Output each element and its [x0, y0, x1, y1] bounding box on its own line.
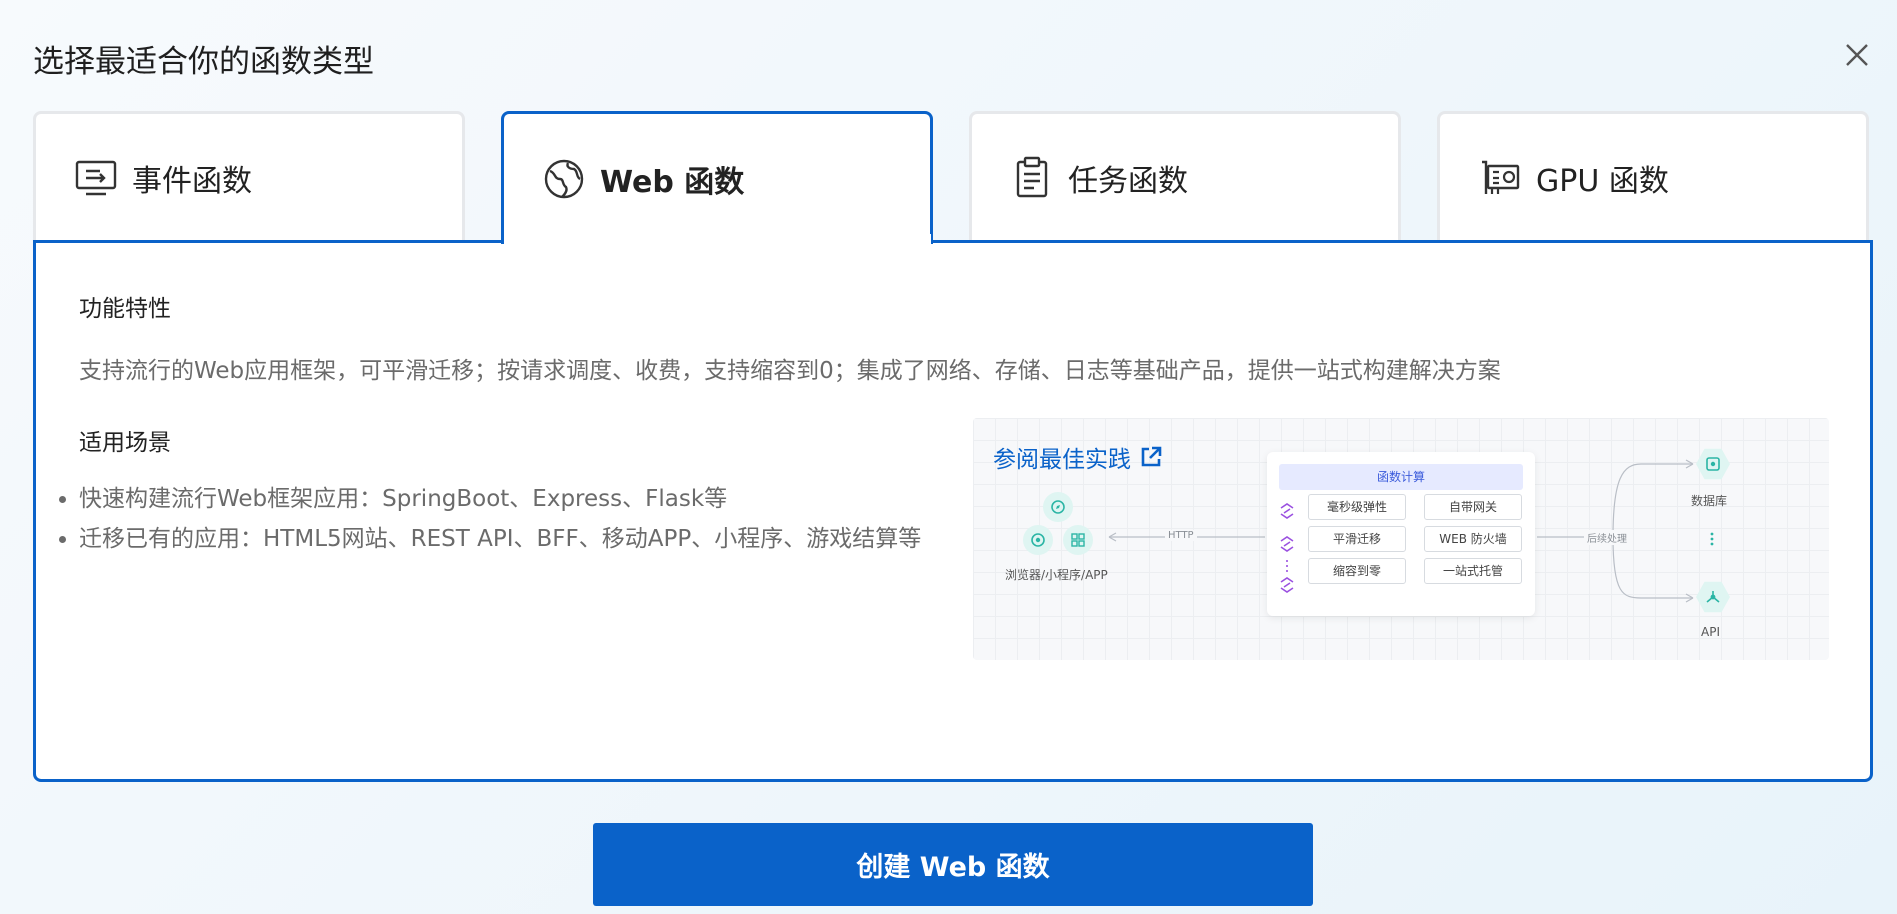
- api-label: API: [1701, 625, 1720, 639]
- tab-gpu-function[interactable]: GPU 函数: [1437, 111, 1869, 242]
- feature-chip: 缩容到零: [1308, 558, 1406, 584]
- tab-web-function[interactable]: Web 函数: [501, 111, 933, 244]
- web-globe-icon: [544, 159, 584, 199]
- active-tab-connector: [505, 234, 931, 246]
- dialog-title: 选择最适合你的函数类型: [33, 44, 374, 80]
- features-heading: 功能特性: [79, 296, 171, 322]
- architecture-diagram: 参阅最佳实践 浏览器/小程序/APP HTTP 函数计算 毫秒级弹性 自带网关 …: [973, 418, 1829, 660]
- client-label: 浏览器/小程序/APP: [1005, 568, 1108, 582]
- feature-chip: 毫秒级弹性: [1308, 494, 1406, 520]
- core-title: 函数计算: [1279, 464, 1523, 490]
- more-vertical-icon: [1710, 532, 1714, 546]
- browser-icon: [1023, 525, 1053, 555]
- tab-task-function[interactable]: 任务函数: [969, 111, 1401, 242]
- database-label: 数据库: [1691, 494, 1728, 508]
- tab-label: Web 函数: [600, 165, 745, 200]
- tab-label: 任务函数: [1068, 164, 1188, 199]
- tab-label: 事件函数: [132, 164, 252, 199]
- function-compute-box: 函数计算 毫秒级弹性 自带网关 平滑迁移 WEB 防火墙 缩容到零 一站式托管: [1267, 452, 1535, 616]
- app-grid-icon: [1063, 525, 1093, 555]
- compass-icon: [1043, 492, 1073, 522]
- feature-chip: 自带网关: [1424, 494, 1522, 520]
- http-label: HTTP: [1165, 530, 1197, 541]
- list-item: 迁移已有的应用：HTML5网站、REST API、BFF、移动APP、小程序、游…: [59, 519, 959, 559]
- link-icons: [1280, 503, 1294, 593]
- function-detail-panel: 功能特性 支持流行的Web应用框架，可平滑迁移；按请求调度、收费，支持缩容到0；…: [33, 240, 1873, 782]
- feature-chip: 平滑迁移: [1308, 526, 1406, 552]
- gpu-card-icon: [1482, 160, 1520, 194]
- create-web-function-button[interactable]: 创建 Web 函数: [593, 823, 1313, 906]
- features-text: 支持流行的Web应用框架，可平滑迁移；按请求调度、收费，支持缩容到0；集成了网络…: [79, 358, 1501, 384]
- backend-label: 后续处理: [1584, 530, 1630, 545]
- scenarios-list: 快速构建流行Web框架应用：SpringBoot、Express、Flask等 …: [59, 479, 959, 559]
- event-function-icon: [75, 160, 117, 196]
- tab-event-function[interactable]: 事件函数: [33, 111, 465, 242]
- tab-label: GPU 函数: [1536, 164, 1669, 199]
- clipboard-task-icon: [1016, 156, 1048, 198]
- close-icon[interactable]: [1842, 40, 1872, 70]
- feature-chip: 一站式托管: [1424, 558, 1522, 584]
- list-item: 快速构建流行Web框架应用：SpringBoot、Express、Flask等: [59, 479, 959, 519]
- scenarios-heading: 适用场景: [79, 430, 171, 456]
- feature-chip: WEB 防火墙: [1424, 526, 1522, 552]
